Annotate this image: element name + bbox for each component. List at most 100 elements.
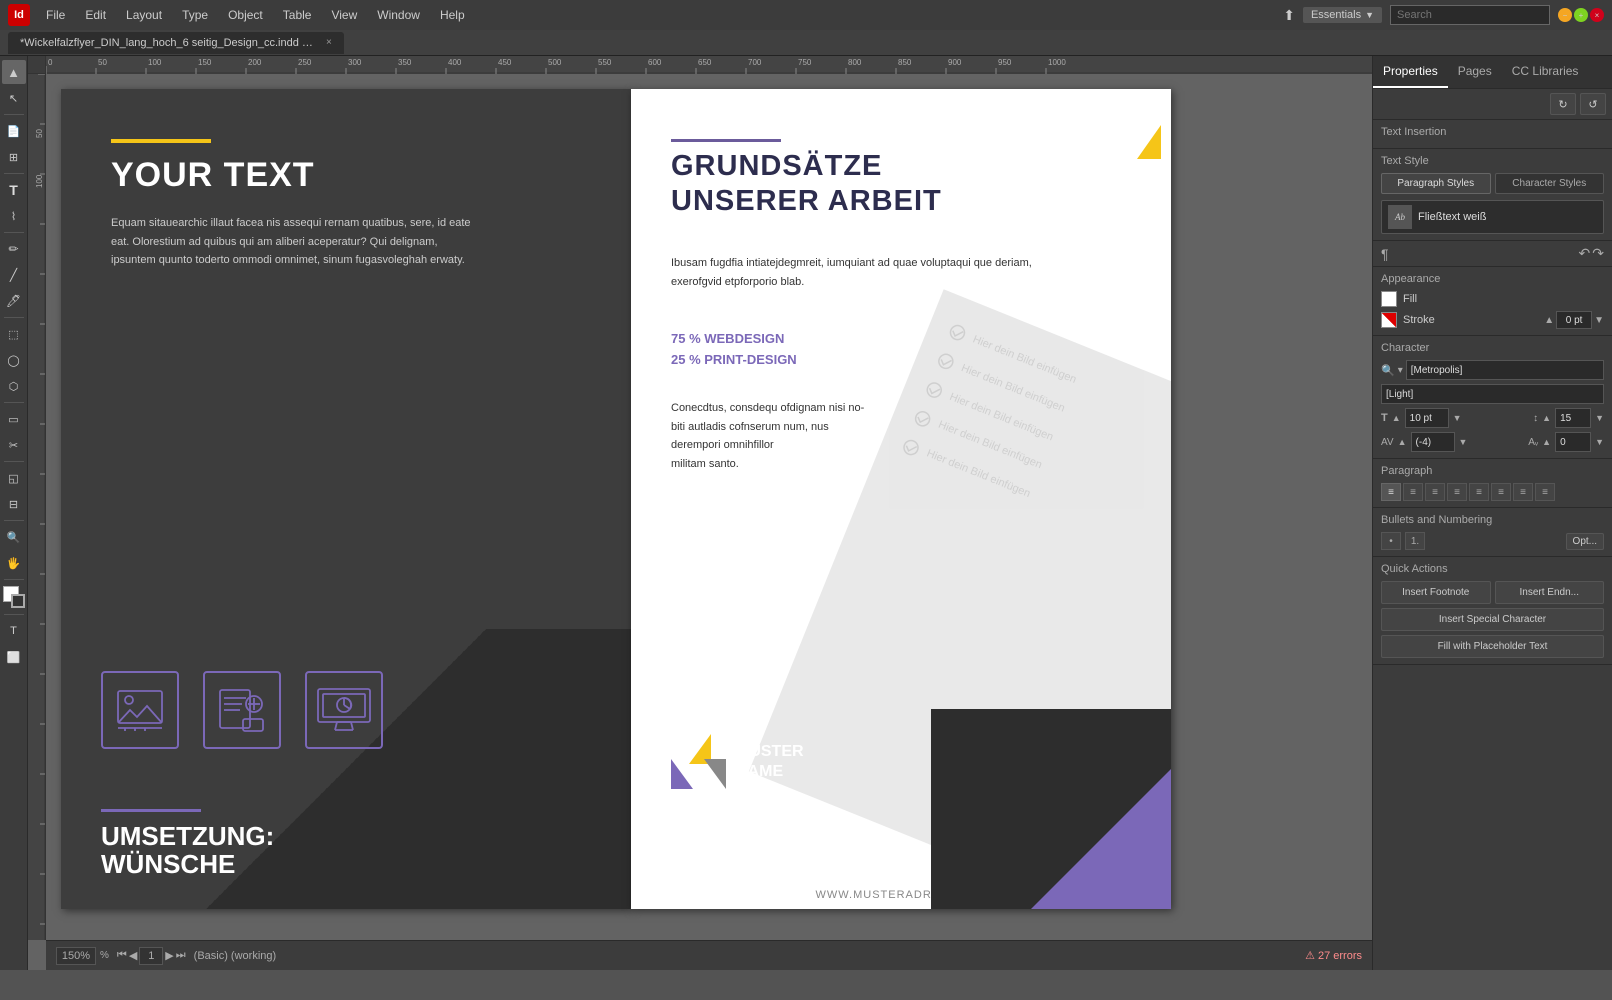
indent-left-icon[interactable]: ¶	[1381, 246, 1389, 262]
canvas-area[interactable]: 0 50 100 150 200 250 300 350 400 450 500…	[28, 56, 1372, 970]
insert-special-character-button[interactable]: Insert Special Character	[1381, 608, 1604, 631]
rect-tool[interactable]: ▭	[2, 407, 26, 431]
document-canvas[interactable]: YOUR TEXT Equam sitauearchic illaut face…	[46, 74, 1372, 970]
page-input[interactable]	[139, 947, 163, 965]
font-size-down-icon[interactable]: ▼	[1453, 413, 1462, 423]
tab-close-icon[interactable]: ×	[326, 37, 332, 48]
tracking-up-icon[interactable]: ▲	[1542, 437, 1551, 447]
search-input[interactable]	[1390, 5, 1550, 25]
minimize-button[interactable]: −	[1558, 8, 1572, 22]
page-tool[interactable]: 📄	[2, 119, 26, 143]
tab-pages[interactable]: Pages	[1448, 56, 1502, 88]
direct-select-tool[interactable]: ↖	[2, 86, 26, 110]
kerning-down-icon[interactable]: ▼	[1459, 437, 1468, 447]
nav-next-icon[interactable]: ▶	[165, 949, 173, 962]
font-size-input[interactable]	[1405, 408, 1449, 428]
svg-text:50: 50	[35, 129, 44, 138]
fill-stroke-indicator[interactable]	[3, 586, 25, 608]
stroke-down-icon[interactable]: ▼	[1594, 315, 1604, 326]
menu-table[interactable]: Table	[275, 0, 320, 30]
menu-object[interactable]: Object	[220, 0, 271, 30]
stroke-value-input[interactable]	[1556, 311, 1592, 329]
maximize-button[interactable]: +	[1574, 8, 1588, 22]
font-style-input[interactable]	[1381, 384, 1604, 404]
panel-icon-1[interactable]: ↻	[1550, 93, 1576, 115]
purple-bar-top	[671, 139, 781, 142]
ellipse-frame-tool[interactable]: ◯	[2, 348, 26, 372]
menu-window[interactable]: Window	[369, 0, 428, 30]
nav-first-icon[interactable]: ⏮	[117, 949, 127, 962]
gradient-tool[interactable]: ◱	[2, 466, 26, 490]
stroke-row: Stroke ▲ ▼	[1381, 311, 1604, 329]
document-tab[interactable]: *Wickelfalzflyer_DIN_lang_hoch_6 seitig_…	[8, 32, 344, 54]
errors-badge[interactable]: ⚠ 27 errors	[1305, 949, 1362, 962]
stroke-up-icon[interactable]: ▲	[1544, 315, 1554, 326]
insert-endnote-button[interactable]: Insert Endn...	[1495, 581, 1605, 604]
fill-placeholder-button[interactable]: Fill with Placeholder Text	[1381, 635, 1604, 658]
type-on-path-tool[interactable]: ⌇	[2, 204, 26, 228]
quick-actions-section: Quick Actions Insert Footnote Insert End…	[1373, 557, 1612, 665]
tracking-input[interactable]	[1555, 432, 1591, 452]
line-tool[interactable]: ╱	[2, 263, 26, 287]
font-size-up-icon[interactable]: ▲	[1392, 413, 1401, 423]
select-tool[interactable]: ▲	[2, 60, 26, 84]
kerning-up-icon[interactable]: ▲	[1398, 437, 1407, 447]
menu-layout[interactable]: Layout	[118, 0, 170, 30]
indent-decrease-icon[interactable]: ↶	[1579, 245, 1591, 262]
bullets-icon[interactable]: •	[1381, 532, 1401, 550]
stroke-color-swatch[interactable]	[1381, 312, 1397, 328]
nav-last-icon[interactable]: ⏭	[176, 949, 186, 962]
leading-input[interactable]	[1555, 408, 1591, 428]
gap-tool[interactable]: ⊞	[2, 145, 26, 169]
arrow-purple	[671, 759, 693, 789]
menu-view[interactable]: View	[323, 0, 365, 30]
hand-tool[interactable]: 🖐	[2, 551, 26, 575]
align-center-icon[interactable]: ≡	[1403, 483, 1423, 501]
app-icon: Id	[8, 4, 30, 26]
tab-properties[interactable]: Properties	[1373, 56, 1448, 88]
share-icon[interactable]: ⬆	[1283, 7, 1295, 24]
leading-up-icon[interactable]: ▲	[1542, 413, 1551, 423]
gradient-swatch-tool[interactable]: ⊟	[2, 492, 26, 516]
zoom-tool[interactable]: 🔍	[2, 525, 26, 549]
align-right-icon[interactable]: ≡	[1425, 483, 1445, 501]
tracking-down-icon[interactable]: ▼	[1595, 437, 1604, 447]
fill-color-swatch[interactable]	[1381, 291, 1397, 307]
paragraph-styles-button[interactable]: Paragraph Styles	[1381, 173, 1491, 194]
ruler-top: 0 50 100 150 200 250 300 350 400 450 500…	[28, 56, 1372, 74]
pencil-tool[interactable]: ✏	[2, 237, 26, 261]
kerning-input[interactable]	[1411, 432, 1455, 452]
menu-edit[interactable]: Edit	[77, 0, 114, 30]
opt-button[interactable]: Opt...	[1566, 533, 1604, 550]
menu-file[interactable]: File	[38, 0, 73, 30]
polygon-frame-tool[interactable]: ⬡	[2, 374, 26, 398]
align-justify-icon[interactable]: ≡	[1447, 483, 1467, 501]
font-search-input[interactable]	[1406, 360, 1604, 380]
numbering-icon[interactable]: 1.	[1405, 532, 1425, 550]
pen-tool[interactable]: 🖊	[2, 289, 26, 313]
zoom-input[interactable]	[56, 947, 96, 965]
align-justify-all-icon[interactable]: ≡	[1535, 483, 1555, 501]
leading-down-icon[interactable]: ▼	[1595, 413, 1604, 423]
insert-footnote-button[interactable]: Insert Footnote	[1381, 581, 1491, 604]
nav-prev-icon[interactable]: ◀	[129, 949, 137, 962]
menu-help[interactable]: Help	[432, 0, 473, 30]
character-styles-button[interactable]: Character Styles	[1495, 173, 1605, 194]
tab-cc-libraries[interactable]: CC Libraries	[1502, 56, 1589, 88]
close-button[interactable]: ×	[1590, 8, 1604, 22]
style-btn-row: Paragraph Styles Character Styles	[1381, 173, 1604, 194]
indent-increase-icon[interactable]: ↷	[1592, 245, 1604, 262]
page-left-icons-heading: UMSETZUNG: WÜNSCHE	[101, 822, 274, 879]
menu-type[interactable]: Type	[174, 0, 216, 30]
scissors-tool[interactable]: ✂	[2, 433, 26, 457]
essentials-button[interactable]: Essentials ▼	[1303, 7, 1382, 23]
panel-icon-2[interactable]: ↺	[1580, 93, 1606, 115]
align-justify-center-icon[interactable]: ≡	[1491, 483, 1511, 501]
align-left-icon[interactable]: ≡	[1381, 483, 1401, 501]
normal-mode-tool[interactable]: T	[2, 619, 26, 643]
rect-frame-tool[interactable]: ⬚	[2, 322, 26, 346]
align-justify-right-icon[interactable]: ≡	[1513, 483, 1533, 501]
type-tool[interactable]: T	[2, 178, 26, 202]
align-justify-left-icon[interactable]: ≡	[1469, 483, 1489, 501]
preview-mode-tool[interactable]: ⬜	[2, 645, 26, 669]
